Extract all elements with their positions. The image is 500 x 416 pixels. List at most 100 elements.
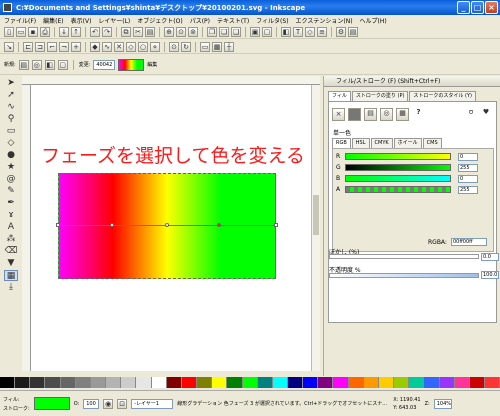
rectangle-tool-icon[interactable]: ▭ — [4, 126, 18, 137]
no-paint-icon[interactable]: × — [332, 108, 345, 121]
align-distribute-icon[interactable]: ≡ — [317, 26, 327, 37]
palette-swatch[interactable] — [454, 377, 470, 388]
3d-box-tool-icon[interactable]: ◇ — [4, 138, 18, 149]
fill-rule-evenodd-icon[interactable]: ʊ — [465, 108, 477, 120]
snap-cusp-icon[interactable]: ◇ — [126, 41, 136, 52]
palette-swatch[interactable] — [60, 377, 76, 388]
snap-guide-icon[interactable]: ┼ — [224, 41, 234, 52]
palette-swatch[interactable] — [151, 377, 167, 388]
menu-text[interactable]: テキスト(T) — [217, 16, 249, 25]
cut-icon[interactable]: ✂ — [133, 26, 143, 37]
palette-swatch[interactable] — [333, 377, 349, 388]
menu-path[interactable]: パス(P) — [190, 16, 210, 25]
gradient-start-handle[interactable] — [56, 223, 60, 227]
tweak-tool-icon[interactable]: ∿ — [4, 102, 18, 113]
minimize-button[interactable]: _ — [457, 1, 470, 14]
gradient-stop-handle[interactable] — [110, 223, 114, 227]
maximize-button[interactable]: □ — [471, 1, 484, 14]
palette-swatch[interactable] — [166, 377, 182, 388]
radial-gradient-paint-icon[interactable]: ◎ — [380, 108, 393, 121]
canvas-vertical-scrollbar[interactable] — [311, 85, 320, 371]
palette-swatch[interactable] — [242, 377, 258, 388]
unlink-clone-icon[interactable]: ❑ — [231, 26, 241, 37]
opacity-slider[interactable] — [329, 273, 479, 278]
snap-bbox-center-icon[interactable]: + — [71, 41, 81, 52]
snap-bbox-edge-icon[interactable]: ⊐ — [35, 41, 45, 52]
zoom-selection-icon[interactable]: ⊕ — [164, 26, 174, 37]
close-button[interactable]: × — [485, 1, 498, 14]
paint-bucket-tool-icon[interactable]: ▼ — [4, 258, 18, 269]
star-tool-icon[interactable]: ★ — [4, 162, 18, 173]
zoom-drawing-icon[interactable]: ⊙ — [176, 26, 186, 37]
drawing-canvas[interactable]: フェーズを選択して色を変える — [31, 85, 311, 371]
b-slider[interactable] — [345, 175, 451, 182]
palette-swatch[interactable] — [15, 377, 31, 388]
pattern-paint-icon[interactable]: ▦ — [396, 108, 409, 121]
snap-bbox-icon[interactable]: ⊏ — [23, 41, 33, 52]
palette-swatch[interactable] — [363, 377, 379, 388]
calligraphy-tool-icon[interactable]: ɤ — [4, 210, 18, 221]
preferences-icon[interactable]: ⚙ — [336, 26, 346, 37]
snap-intersection-icon[interactable]: ✕ — [114, 41, 124, 52]
palette-swatch[interactable] — [106, 377, 122, 388]
paste-icon[interactable]: ▤ — [145, 26, 155, 37]
canvas-heading-text[interactable]: フェーズを選択して色を変える — [41, 141, 305, 168]
edit-gradient-label[interactable]: 編集 — [147, 61, 157, 68]
palette-swatch[interactable] — [121, 377, 137, 388]
tab-wheel[interactable]: ホイール — [393, 138, 422, 148]
group-icon[interactable]: ▣ — [250, 26, 260, 37]
menu-extensions[interactable]: エクステンション(N) — [296, 16, 353, 25]
g-value-input[interactable]: 255 — [458, 164, 478, 172]
import-icon[interactable]: ↓ — [59, 26, 69, 37]
fill-stroke-icon[interactable]: ◧ — [281, 26, 291, 37]
tab-cmyk[interactable]: CMYK — [370, 138, 393, 148]
linear-gradient-icon[interactable]: ▤ — [18, 59, 29, 70]
snap-midpoint-icon[interactable]: ⋄ — [150, 41, 160, 52]
palette-swatch[interactable] — [136, 377, 152, 388]
opacity-input[interactable]: 100.0 — [481, 271, 499, 279]
selected-gradient-stop-handle[interactable] — [217, 223, 221, 227]
ellipse-tool-icon[interactable]: ● — [4, 150, 18, 161]
snap-grid-icon[interactable]: ▦ — [212, 41, 222, 52]
new-document-icon[interactable]: ▯ — [4, 26, 14, 37]
ungroup-icon[interactable]: ▢ — [262, 26, 272, 37]
document-properties-icon[interactable]: ▤ — [348, 26, 358, 37]
linear-gradient-paint-icon[interactable]: ▤ — [364, 108, 377, 121]
text-tool-icon[interactable]: A — [4, 222, 18, 233]
eraser-tool-icon[interactable]: ⌫ — [4, 246, 18, 257]
node-tool-icon[interactable]: ➚ — [4, 90, 18, 101]
gradient-on-stroke-icon[interactable]: ▢ — [57, 59, 68, 70]
menu-filters[interactable]: フィルタ(S) — [256, 16, 288, 25]
spray-tool-icon[interactable]: ⁂ — [4, 234, 18, 245]
palette-swatch[interactable] — [227, 377, 243, 388]
menu-help[interactable]: ヘルプ(H) — [360, 16, 387, 25]
tab-stroke-style[interactable]: ストロークのスタイル (Y) — [409, 91, 476, 101]
r-slider[interactable] — [345, 153, 451, 160]
gradient-end-handle[interactable] — [274, 223, 278, 227]
zoom-page-icon[interactable]: ⊚ — [188, 26, 198, 37]
palette-swatch[interactable] — [485, 377, 500, 388]
tab-stroke-paint[interactable]: ストロークの塗り (P) — [351, 91, 409, 101]
a-value-input[interactable]: 255 — [458, 186, 478, 194]
snap-bbox-mid-icon[interactable]: ¬ — [59, 41, 69, 52]
undo-icon[interactable]: ↶ — [90, 26, 100, 37]
b-value-input[interactable]: 0 — [458, 175, 478, 183]
menu-file[interactable]: ファイル(F) — [4, 16, 36, 25]
tab-fill[interactable]: フィル — [328, 91, 351, 101]
palette-swatch[interactable] — [197, 377, 213, 388]
snap-rotation-icon[interactable]: ↻ — [181, 41, 191, 52]
text-font-icon[interactable]: T — [293, 26, 303, 37]
layer-lock-icon[interactable]: ⊡ — [117, 398, 128, 409]
fill-rule-nonzero-icon[interactable]: ♥ — [480, 108, 492, 120]
palette-swatch[interactable] — [394, 377, 410, 388]
redo-icon[interactable]: ↷ — [102, 26, 112, 37]
palette-swatch[interactable] — [409, 377, 425, 388]
snap-page-icon[interactable]: ▭ — [200, 41, 210, 52]
rgba-input[interactable]: 00ff00ff — [451, 238, 487, 246]
palette-swatch[interactable] — [212, 377, 228, 388]
palette-swatch[interactable] — [348, 377, 364, 388]
blur-slider[interactable] — [329, 254, 479, 259]
radial-gradient-icon[interactable]: ◎ — [31, 59, 42, 70]
palette-swatch[interactable] — [439, 377, 455, 388]
palette-swatch[interactable] — [318, 377, 334, 388]
